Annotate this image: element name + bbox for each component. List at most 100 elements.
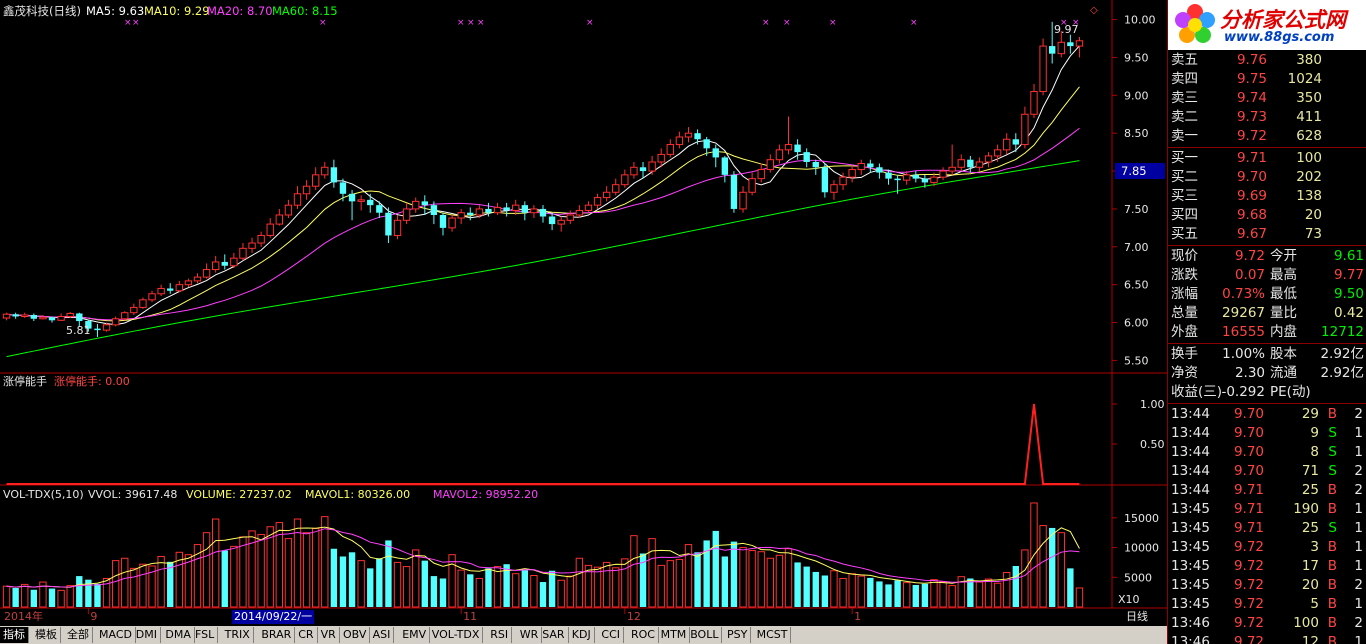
trade-count: 1 [1354,444,1363,460]
tab-vol-tdx[interactable]: VOL-TDX [429,627,484,643]
signal-mark: × [910,18,918,28]
volume-bar [839,577,847,608]
volume-bar [102,577,111,608]
volume-bar [512,573,520,608]
volume-bar [894,580,901,607]
volume-bar [321,516,329,608]
tab-全部[interactable]: 全部 [64,627,93,643]
bid-label: 买一 [1171,150,1198,166]
tab-boll[interactable]: BOLL [687,627,723,643]
trade-price: 9.71 [1233,482,1264,498]
volume-bar [475,577,484,608]
tab-vr[interactable]: VR [318,627,340,643]
ask-volume: 350 [1296,90,1322,106]
volume-bar [312,528,320,608]
ma-legend-item: MA60: 8.15 [272,4,338,18]
ask-volume: 628 [1296,128,1322,144]
tab-dma[interactable]: DMA [162,627,195,643]
trade-price: 9.70 [1233,406,1264,422]
volume-bar [566,575,574,608]
bid-label: 买三 [1171,188,1198,204]
quote-label: 内盘 [1270,324,1297,340]
volume-bar [748,550,756,608]
volume-bar [730,541,738,607]
tab-brar[interactable]: BRAR [258,627,296,643]
tab-模板[interactable]: 模板 [32,627,61,643]
tab-asi[interactable]: ASI [370,627,395,643]
ask-row: 卖一 9.72 628 [1168,127,1366,146]
tab-trix[interactable]: TRIX [222,627,254,643]
tab-roc[interactable]: ROC [628,627,659,643]
trade-side: B [1327,615,1337,631]
trade-time: 13:44 [1171,425,1210,441]
volume-bar [930,579,938,608]
flower-logo-icon [1175,4,1215,43]
tab-sar[interactable]: SAR [539,627,569,643]
tab-rsi[interactable]: RSI [487,627,513,643]
volume-bar [339,556,347,607]
volume-bar [694,552,701,607]
candlestick[interactable] [121,311,129,321]
tab-mcst[interactable]: MCST [754,627,792,643]
volume-bar [967,578,974,607]
candlestick[interactable] [1039,38,1047,96]
tab-fsl[interactable]: FSL [192,627,219,643]
quote-row: 总量 29267 量比 0.42 [1168,304,1366,323]
ask-row: 卖四 9.75 1024 [1168,70,1366,89]
trade-volume: 9 [1310,425,1319,441]
trade-price: 9.72 [1233,596,1264,612]
trade-volume: 71 [1301,463,1319,479]
volume-tick-label: 10000 [1124,542,1159,555]
volume-bar [111,560,120,608]
ma-legend-item: MA5: 9.63 [86,4,144,18]
tab-emv[interactable]: EMV [399,627,431,643]
tab-dmi[interactable]: DMI [133,627,162,643]
volume-bar [548,570,556,607]
bid-price: 9.69 [1236,188,1267,204]
quote-row: 涨幅 0.73% 最低 9.50 [1168,285,1366,304]
tab-macd[interactable]: MACD [96,627,136,643]
tab-kdj[interactable]: KDJ [569,627,595,643]
volume-bar [530,574,538,608]
trade-price: 9.72 [1233,615,1264,631]
volume-bar [448,554,456,608]
quote-value: 9.61 [1333,248,1364,264]
trade-side: B [1327,577,1337,593]
volume-legend-item: MAVOL1: 80326.00 [305,488,410,501]
volume-bar [712,530,719,607]
kline-chart-area[interactable]: 10.009.509.008.508.007.507.006.506.005.5… [0,0,1167,626]
volume-bar [984,578,993,608]
stat-row: 换手 1.00% 股本 2.92亿 [1168,345,1366,364]
volume-bar [993,582,1002,608]
volume-bar [975,581,984,608]
quote-label: 涨跌 [1171,267,1198,283]
candlestick[interactable] [730,171,738,213]
ma-legend-item: MA20: 8.70 [207,4,273,18]
tab-指标[interactable]: 指标 [0,627,29,643]
trade-row: 13:45 9.71 190 B 1 [1168,500,1366,519]
price-tick-label: 6.00 [1124,317,1149,330]
cursor-price-box: 7.85 [1115,163,1165,179]
axis-month-label: 11 [463,610,477,623]
tab-cr[interactable]: CR [295,627,318,643]
ask-row: 卖二 9.73 411 [1168,108,1366,127]
trade-row: 13:46 9.72 100 B 2 [1168,614,1366,633]
stat-value: -0.292 [1221,384,1265,400]
volume-legend-item: VVOL: 39617.48 [88,488,177,501]
bid-price: 9.67 [1236,226,1267,242]
trade-volume: 190 [1293,501,1319,517]
diamond-icon[interactable]: ◇ [1090,5,1098,16]
ask-label: 卖五 [1171,52,1198,68]
tab-psy[interactable]: PSY [724,627,752,643]
trade-row: 13:45 9.71 25 S 1 [1168,519,1366,538]
tab-mtm[interactable]: MTM [658,627,691,643]
tab-cci[interactable]: CCI [598,627,624,643]
trade-row: 13:46 9.72 12 B 1 [1168,633,1366,644]
trade-volume: 12 [1301,634,1319,644]
stat-value: 1.00% [1222,346,1265,362]
quote-value: 9.50 [1333,286,1364,302]
volume-bar [1021,549,1029,608]
trade-row: 13:45 9.72 5 B 1 [1168,595,1366,614]
tab-obv[interactable]: OBV [340,627,371,643]
trade-row: 13:45 9.72 20 B 2 [1168,576,1366,595]
